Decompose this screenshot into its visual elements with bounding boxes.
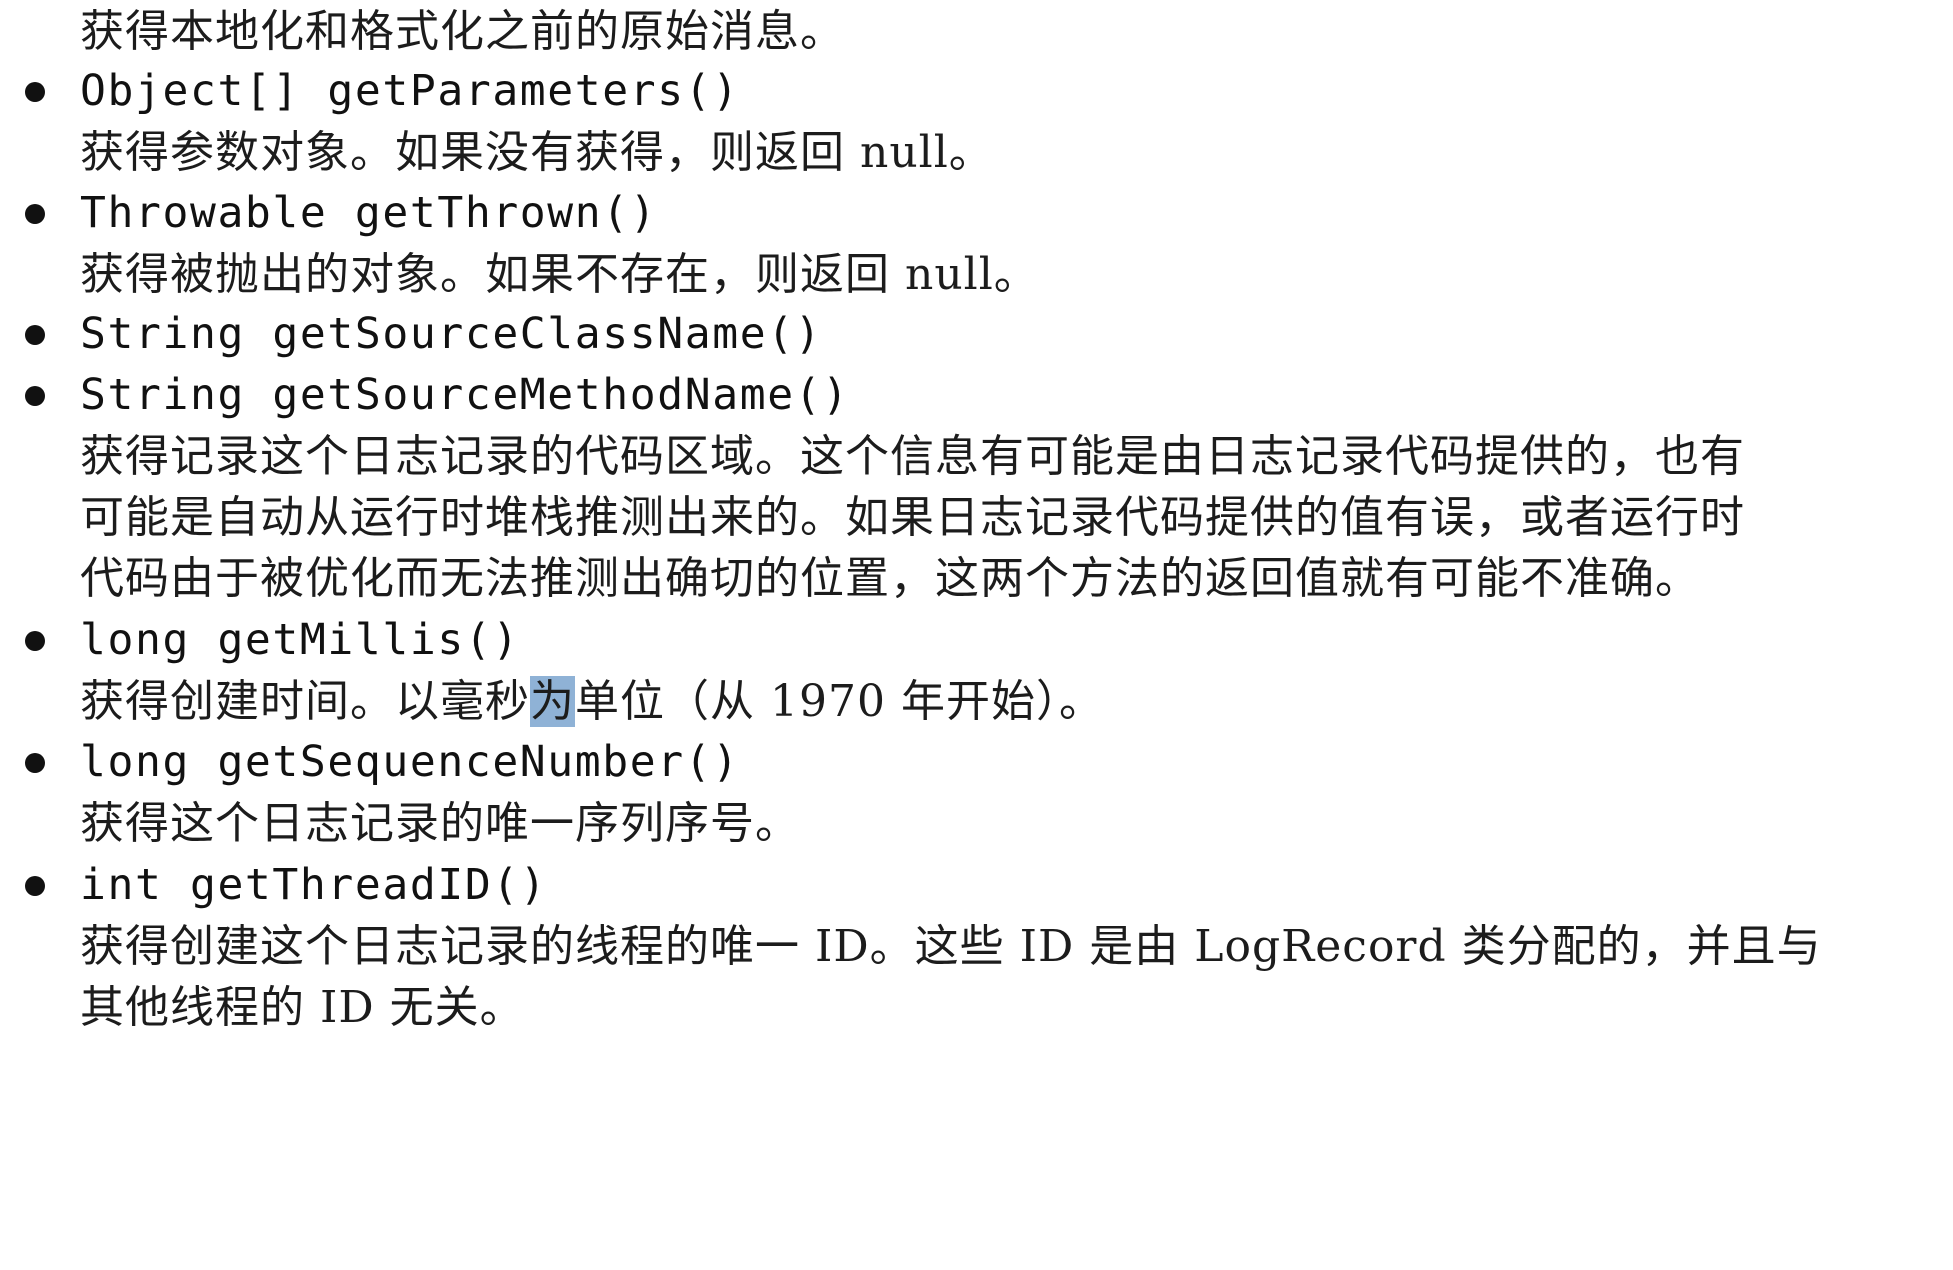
- method-description-line: 其他线程的 ID 无关。: [80, 982, 525, 1033]
- method-description-line: 可能是自动从运行时堆栈推测出来的。如果日志记录代码提供的值有误，或者运行时: [80, 492, 1745, 543]
- bullet-icon: [25, 82, 45, 102]
- method-description-getsequencenumber: 获得这个日志记录的唯一序列序号。: [80, 798, 800, 849]
- bullet-icon: [25, 204, 45, 224]
- method-signature-getsourcemethodname: String getSourceMethodName(): [80, 370, 850, 420]
- method-signature-getsequencenumber: long getSequenceNumber(): [80, 737, 740, 787]
- text-selection-highlight[interactable]: 为: [530, 676, 575, 727]
- description-text: 获得创建时间。以毫秒: [80, 676, 530, 727]
- method-description-getthrown: 获得被抛出的对象。如果不存在，则返回 null。: [80, 249, 1039, 300]
- bullet-icon: [25, 631, 45, 651]
- method-description-getmillis: 获得创建时间。以毫秒为单位（从 1970 年开始）。: [80, 676, 1104, 727]
- method-signature-getthreadid: int getThreadID(): [80, 860, 548, 910]
- method-description-line: 代码由于被优化而无法推测出确切的位置，这两个方法的返回值就有可能不准确。: [80, 553, 1700, 604]
- method-signature-getthrown: Throwable getThrown(): [80, 188, 658, 238]
- bullet-icon: [25, 386, 45, 406]
- method-signature-getmillis: long getMillis(): [80, 615, 520, 665]
- method-description-line: 获得记录这个日志记录的代码区域。这个信息有可能是由日志记录代码提供的，也有: [80, 431, 1745, 482]
- method-description-getparameters: 获得参数对象。如果没有获得，则返回 null。: [80, 127, 994, 178]
- document-page: 获得本地化和格式化之前的原始消息。 Object[] getParameters…: [0, 0, 1953, 1270]
- bullet-icon: [25, 325, 45, 345]
- intro-description: 获得本地化和格式化之前的原始消息。: [80, 6, 845, 57]
- method-signature-getparameters: Object[] getParameters(): [80, 66, 740, 116]
- method-signature-getsourceclassname: String getSourceClassName(): [80, 309, 823, 359]
- bullet-icon: [25, 876, 45, 896]
- description-text: 单位（从 1970 年开始）。: [575, 676, 1104, 727]
- bullet-icon: [25, 753, 45, 773]
- method-description-line: 获得创建这个日志记录的线程的唯一 ID。这些 ID 是由 LogRecord 类…: [80, 921, 1822, 972]
